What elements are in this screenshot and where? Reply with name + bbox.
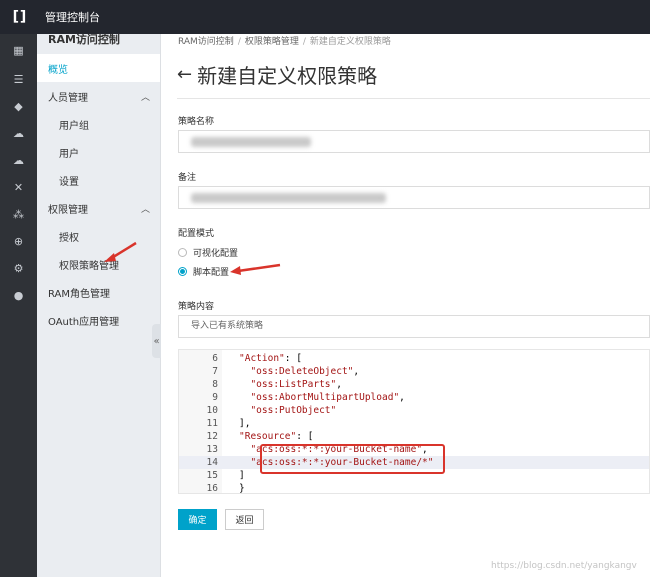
list-icon[interactable]: ☰ [0, 66, 37, 93]
code-line-text: "Resource": [ [239, 431, 314, 442]
policy-name-label: 策略名称 [178, 117, 215, 127]
globe-icon[interactable]: ⊕ [0, 228, 37, 255]
config-mode-label: 配置模式 [178, 229, 215, 239]
menu-item-ram-role[interactable]: RAM角色管理 [37, 278, 160, 306]
menu-item-policy[interactable]: 权限策略管理 [37, 250, 160, 278]
page-title: ← 新建自定义权限策略 [177, 60, 377, 89]
code-line: 12 "Resource": [ [179, 430, 649, 443]
code-line-number: 10 [206, 405, 218, 416]
ram-side-menu: RAM访问控制 概览 人员管理 ︿ 用户组 用户 设置 权限管理 ︿ 授权 权限… [37, 34, 161, 577]
code-line-number: 11 [206, 418, 218, 429]
code-line-number: 9 [212, 392, 218, 403]
note-input[interactable] [178, 186, 650, 209]
code-line-number: 7 [212, 366, 218, 377]
nodes-icon[interactable]: ⁂ [0, 201, 37, 228]
menu-item-settings[interactable]: 设置 [37, 166, 160, 194]
code-line-number: 8 [212, 379, 218, 390]
back-arrow-icon[interactable]: ← [177, 64, 192, 85]
menu-group-people[interactable]: 人员管理 ︿ [37, 82, 160, 110]
radio-visual-config[interactable]: 可视化配置 [178, 246, 238, 259]
breadcrumb-policy[interactable]: 权限策略管理 [245, 37, 299, 47]
code-line-text: "oss:PutObject" [250, 405, 337, 416]
cloud-icon[interactable]: ☁ [0, 120, 37, 147]
menu-group-permission-label: 权限管理 [48, 204, 88, 216]
code-line: 10 "oss:PutObject" [179, 404, 649, 417]
radio-visual-label: 可视化配置 [193, 249, 239, 259]
breadcrumb-current: 新建自定义权限策略 [309, 37, 391, 47]
redacted-value [191, 193, 386, 203]
breadcrumb-ram[interactable]: RAM访问控制 [178, 37, 234, 47]
code-line-text: "Action": [ [239, 353, 302, 364]
menu-item-grant[interactable]: 授权 [37, 222, 160, 250]
chevron-up-icon: ︿ [140, 204, 150, 215]
title-divider [177, 98, 650, 99]
radio-script-label: 脚本配置 [193, 268, 230, 278]
page-title-text: 新建自定义权限策略 [197, 64, 378, 88]
menu-group-permission[interactable]: 权限管理 ︿ [37, 194, 160, 222]
product-icon-rail: ▦ ☰ ◆ ☁ ☁ ✕ ⁂ ⊕ ⚙ ● [0, 34, 37, 577]
radio-button[interactable] [178, 248, 187, 257]
menu-item-user[interactable]: 用户 [37, 138, 160, 166]
watermark: https://blog.csdn.net/yangkangv [491, 561, 637, 571]
code-line-number: 6 [212, 353, 218, 364]
code-line-number: 14 [206, 457, 218, 468]
breadcrumb: RAM访问控制 / 权限策略管理 / 新建自定义权限策略 [178, 37, 391, 47]
code-line: 6 "Action": [ [179, 352, 649, 365]
dot-icon[interactable]: ● [0, 282, 37, 309]
code-line-number: 16 [206, 483, 218, 494]
code-line-text: ], [239, 418, 251, 429]
menu-group-people-label: 人员管理 [48, 92, 88, 104]
code-line: 7 "oss:DeleteObject", [179, 365, 649, 378]
confirm-button[interactable]: 确定 [178, 509, 217, 530]
policy-content-label: 策略内容 [178, 302, 215, 312]
back-button[interactable]: 返回 [225, 509, 264, 530]
radio-script-config[interactable]: 脚本配置 [178, 265, 229, 278]
cloud-upload-icon[interactable]: ☁ [0, 147, 37, 174]
code-line: 16} [179, 482, 649, 494]
code-line-text: "oss:ListParts", [250, 379, 342, 390]
annotation-highlight-box [260, 444, 445, 474]
menu-collapse-icon[interactable]: « [152, 324, 161, 358]
code-line-text: } [239, 483, 245, 494]
annotation-arrow-radio [230, 263, 281, 275]
diamond-icon[interactable]: ◆ [0, 93, 37, 120]
code-line: 9 "oss:AbortMultipartUpload", [179, 391, 649, 404]
annotation-arrow-menu [104, 241, 137, 262]
menu-item-overview[interactable]: 概览 [37, 54, 160, 82]
radio-button-selected[interactable] [178, 267, 187, 276]
code-line-number: 13 [206, 444, 218, 455]
console-logo-icon[interactable]: [ ] [0, 0, 37, 34]
grid-icon[interactable]: ▦ [0, 34, 37, 66]
note-label: 备注 [178, 173, 197, 183]
chevron-up-icon: ︿ [140, 92, 150, 103]
main-content: RAM访问控制 / 权限策略管理 / 新建自定义权限策略 ← 新建自定义权限策略 策略名… [161, 34, 650, 577]
import-system-policy-select[interactable]: 导入已有系统策略 [178, 315, 650, 338]
menu-item-oauth[interactable]: OAuth应用管理 [37, 306, 160, 334]
cross-icon[interactable]: ✕ [0, 174, 37, 201]
code-line-text: "oss:AbortMultipartUpload", [250, 392, 405, 403]
gear-icon[interactable]: ⚙ [0, 255, 37, 282]
menu-title: RAM访问控制 [48, 33, 120, 46]
code-line-text: "oss:DeleteObject", [250, 366, 360, 377]
redacted-value [191, 137, 311, 147]
code-line-number: 12 [206, 431, 218, 442]
policy-name-input[interactable] [178, 130, 650, 153]
code-line: 8 "oss:ListParts", [179, 378, 649, 391]
console-title[interactable]: 管理控制台 [45, 9, 100, 25]
code-line-number: 15 [206, 470, 218, 481]
top-bar: [ ] 管理控制台 [0, 0, 650, 34]
code-line: 11], [179, 417, 649, 430]
policy-code-editor[interactable]: 6 "Action": [7 "oss:DeleteObject", 8 "oss:… [178, 349, 650, 494]
code-line-text: ] [239, 470, 245, 481]
menu-item-usergroup[interactable]: 用户组 [37, 110, 160, 138]
